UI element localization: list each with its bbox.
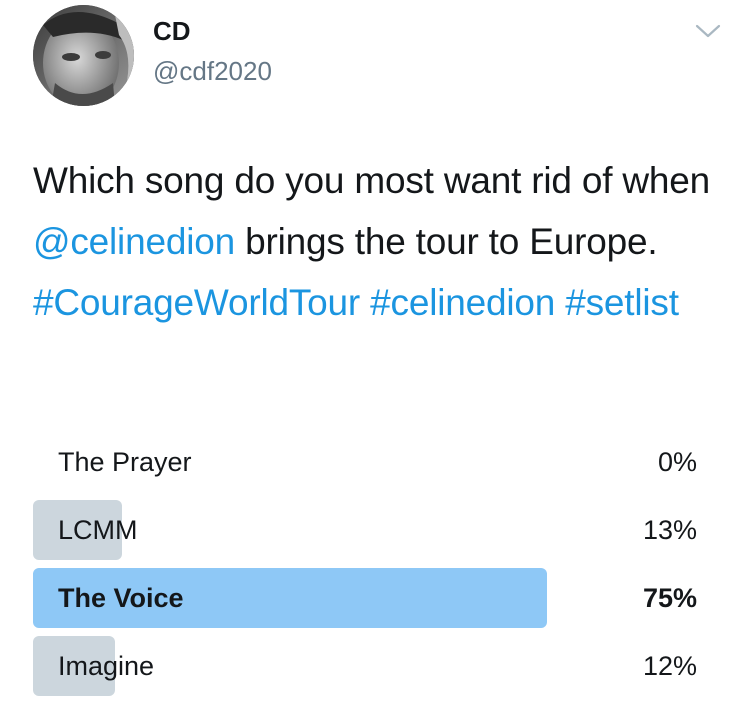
tweet-text: Which song do you most want rid of when … (33, 150, 713, 333)
tweet-text-segment: Which song do you most want rid of when (33, 160, 711, 201)
hashtag-link[interactable]: #CourageWorldTour (33, 282, 360, 323)
tweet-text-segment (360, 282, 370, 323)
display-name[interactable]: CD (153, 16, 191, 46)
poll-option: LCMM 13% (33, 500, 697, 560)
poll-option-label: Imagine (58, 651, 155, 681)
user-handle[interactable]: @cdf2020 (153, 56, 272, 86)
tweet-text-segment (555, 282, 565, 323)
poll-option-percent: 0% (657, 447, 697, 477)
poll-option-label: The Voice (58, 583, 184, 613)
hashtag-link[interactable]: #setlist (565, 282, 679, 323)
poll-option-label: LCMM (58, 515, 138, 545)
poll-option: Imagine 12% (33, 636, 697, 696)
chevron-down-icon[interactable] (694, 21, 722, 41)
poll: The Prayer 0% LCMM 13% The Voice 75% Imagine 12… (33, 432, 697, 704)
poll-option: The Prayer 0% (33, 432, 697, 492)
poll-option: The Voice 75% (33, 568, 697, 628)
tweet-text-segment: brings the tour to Europe. (235, 221, 658, 262)
mention-link[interactable]: @celinedion (33, 221, 235, 262)
poll-option-percent: 75% (642, 583, 697, 613)
poll-option-label: The Prayer (58, 447, 192, 477)
hashtag-link[interactable]: #celinedion (370, 282, 555, 323)
poll-option-percent: 13% (642, 515, 697, 545)
poll-option-percent: 12% (642, 651, 697, 681)
avatar[interactable] (33, 5, 134, 106)
avatar-photo (33, 5, 134, 106)
